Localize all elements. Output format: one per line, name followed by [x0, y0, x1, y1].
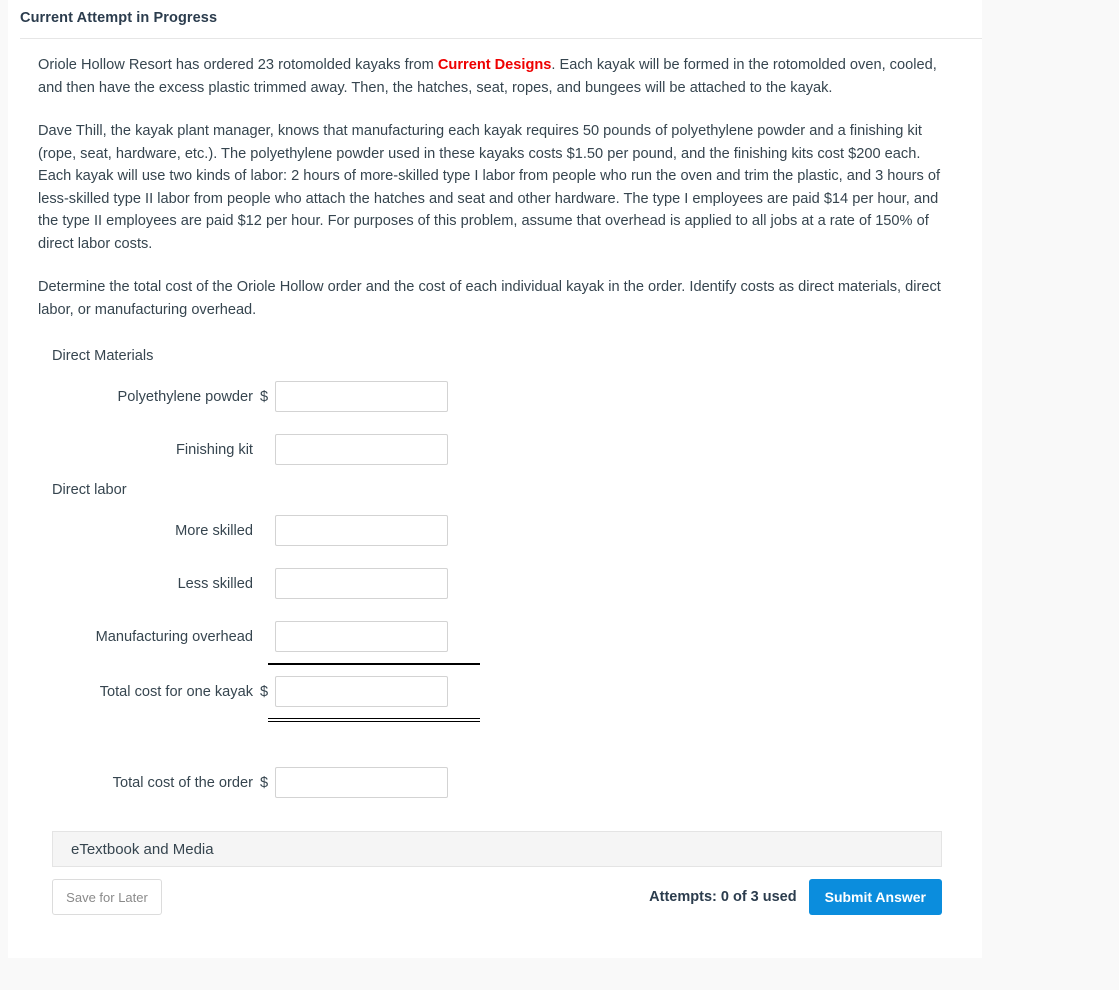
polyethylene-powder-input[interactable] — [275, 381, 448, 412]
input-cell-total-cost-one-kayak — [275, 676, 448, 707]
more-skilled-input[interactable] — [275, 515, 448, 546]
input-cell-finishing-kit — [275, 434, 448, 465]
row-label-total-cost-one-kayak: Total cost for one kayak — [99, 683, 253, 700]
attempts-counter: Attempts: 0 of 3 used — [649, 889, 797, 905]
problem-paragraph-1: Oriole Hollow Resort has ordered 23 roto… — [38, 54, 956, 99]
row-polyethylene-powder: Polyethylene powder $ — [38, 370, 956, 423]
submit-group: Attempts: 0 of 3 used Submit Answer — [649, 879, 942, 915]
row-label-more-skilled: More skilled — [175, 522, 253, 539]
row-manufacturing-overhead: Manufacturing overhead — [38, 610, 956, 663]
paragraph-1-text-before-link: Oriole Hollow Resort has ordered 23 roto… — [38, 57, 438, 73]
finishing-kit-input[interactable] — [275, 434, 448, 465]
manufacturing-overhead-input[interactable] — [275, 621, 448, 652]
direct-materials-heading: Direct Materials — [52, 348, 154, 364]
answer-form: Direct Materials Polyethylene powder $ F… — [38, 342, 956, 809]
currency-symbol-polyethylene-powder: $ — [259, 388, 269, 405]
row-less-skilled: Less skilled — [38, 557, 956, 610]
page-title: Current Attempt in Progress — [20, 10, 218, 26]
row-label-less-skilled: Less skilled — [177, 575, 253, 592]
total-cost-of-order-input[interactable] — [275, 767, 448, 798]
input-cell-total-cost-of-order — [275, 767, 448, 798]
current-designs-link[interactable]: Current Designs — [438, 57, 552, 73]
attempt-card: Current Attempt in Progress Oriole Hollo… — [8, 0, 982, 958]
form-spacer — [38, 722, 956, 756]
row-finishing-kit: Finishing kit — [38, 423, 956, 476]
currency-symbol-total-cost-one-kayak: $ — [259, 683, 269, 700]
row-label-polyethylene-powder: Polyethylene powder — [117, 388, 253, 405]
page-root: Current Attempt in Progress Oriole Hollo… — [0, 0, 1119, 990]
less-skilled-input[interactable] — [275, 568, 448, 599]
row-total-cost-one-kayak: Total cost for one kayak $ — [38, 665, 956, 718]
row-label-total-cost-of-order: Total cost of the order — [112, 774, 253, 791]
save-for-later-button[interactable]: Save for Later — [52, 879, 162, 915]
currency-symbol-total-cost-of-order: $ — [259, 774, 269, 791]
row-label-finishing-kit: Finishing kit — [175, 441, 253, 458]
input-cell-polyethylene-powder — [275, 381, 448, 412]
row-more-skilled: More skilled — [38, 504, 956, 557]
problem-paragraph-2: Dave Thill, the kayak plant manager, kno… — [38, 123, 941, 252]
row-total-cost-of-order: Total cost of the order $ — [38, 756, 956, 809]
header-divider — [20, 38, 982, 39]
etextbook-and-media-bar[interactable]: eTextbook and Media — [52, 831, 942, 867]
problem-paragraph-3: Determine the total cost of the Oriole H… — [38, 279, 941, 318]
direct-labor-heading: Direct labor — [52, 482, 127, 498]
etextbook-and-media-label: eTextbook and Media — [71, 840, 214, 858]
total-cost-one-kayak-input[interactable] — [275, 676, 448, 707]
submit-answer-button[interactable]: Submit Answer — [808, 879, 942, 915]
input-cell-less-skilled — [275, 568, 448, 599]
input-cell-more-skilled — [275, 515, 448, 546]
row-label-manufacturing-overhead: Manufacturing overhead — [95, 628, 253, 645]
input-cell-manufacturing-overhead — [275, 621, 448, 652]
card-body: Oriole Hollow Resort has ordered 23 roto… — [8, 40, 982, 915]
footer-button-row: Save for Later Attempts: 0 of 3 used Sub… — [52, 879, 942, 915]
